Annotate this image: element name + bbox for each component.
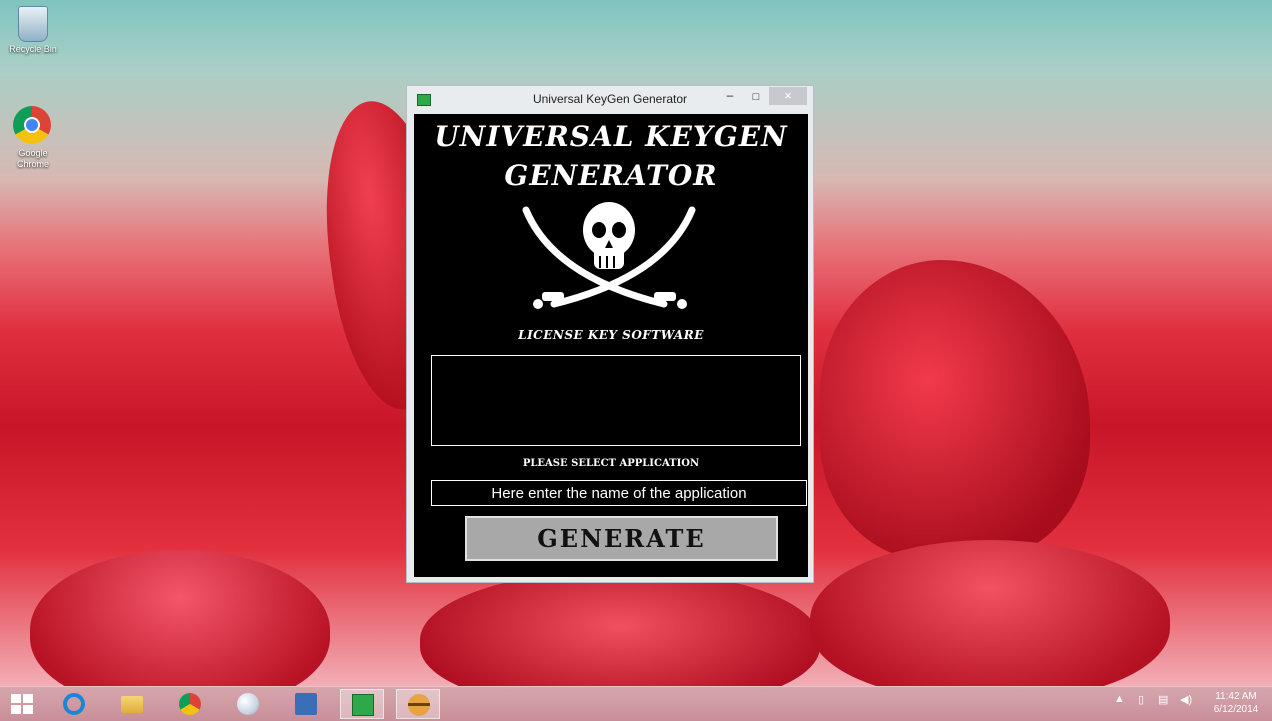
- license-subtitle: LICENSE KEY SOFTWARE: [518, 328, 704, 342]
- desktop-icon-label: Recycle Bin: [9, 44, 57, 54]
- tulip-petal: [420, 570, 820, 686]
- paint-icon: [237, 693, 259, 715]
- application-name-input[interactable]: [431, 480, 807, 506]
- tulip-petal: [810, 540, 1170, 686]
- file-explorer-icon: [121, 696, 143, 713]
- tulip-petal: [30, 550, 330, 686]
- taskbar-burger-app[interactable]: [396, 689, 440, 719]
- taskbar-internet-explorer[interactable]: [52, 689, 96, 719]
- taskbar-keygen[interactable]: [340, 689, 384, 719]
- network-tray-icon[interactable]: ▤: [1158, 693, 1168, 706]
- show-hidden-icon[interactable]: ▲: [1114, 693, 1125, 705]
- desktop-icon-recycle-bin[interactable]: Recycle Bin: [3, 6, 63, 55]
- tulip-petal: [820, 260, 1090, 560]
- clock-date: 6/12/2014: [1213, 704, 1259, 715]
- key-output-box[interactable]: [431, 355, 801, 446]
- close-button[interactable]: ×: [769, 87, 807, 105]
- taskbar-file-explorer[interactable]: [110, 689, 154, 719]
- taskbar-chrome[interactable]: [168, 689, 212, 719]
- banner-title-line2: GENERATOR: [504, 159, 718, 192]
- clock-time: 11:42 AM: [1215, 691, 1257, 702]
- start-button[interactable]: [0, 689, 44, 719]
- banner-title-line1: UNIVERSAL KEYGEN: [434, 120, 788, 153]
- taskbar: ▲ ▯ ▤ ◀) 11:42 AM 6/12/2014: [0, 686, 1272, 721]
- window-titlebar[interactable]: Universal KeyGen Generator – □ ×: [407, 86, 813, 112]
- windows-logo-icon: [11, 694, 33, 714]
- volume-icon[interactable]: ◀): [1180, 693, 1192, 706]
- keygen-window: Universal KeyGen Generator – □ × UNIVERS…: [406, 85, 814, 583]
- chrome-icon: [179, 693, 201, 715]
- select-application-label: PLEASE SELECT APPLICATION: [522, 458, 700, 469]
- skull-crossed-swords-icon: [522, 202, 696, 309]
- minimize-button[interactable]: –: [723, 89, 737, 104]
- taskbar-paint[interactable]: [226, 689, 270, 719]
- window-client-area: UNIVERSAL KEYGEN GENERATOR LICENSE KEY S…: [414, 114, 808, 577]
- battery-icon[interactable]: ▯: [1138, 693, 1144, 706]
- network-icon: [295, 693, 317, 715]
- chrome-icon: [13, 106, 53, 146]
- taskbar-network[interactable]: [284, 689, 328, 719]
- maximize-button[interactable]: □: [749, 90, 763, 104]
- generate-button[interactable]: GENERATE: [465, 516, 778, 561]
- desktop-icon-google-chrome[interactable]: Google Chrome: [3, 106, 63, 170]
- internet-explorer-icon: [63, 693, 85, 715]
- system-clock[interactable]: 11:42 AM 6/12/2014: [1206, 690, 1266, 716]
- desktop-icon-label: Google Chrome: [16, 148, 49, 169]
- keygen-icon: [352, 694, 374, 716]
- burger-app-icon: [408, 694, 430, 716]
- recycle-bin-icon: [18, 6, 48, 42]
